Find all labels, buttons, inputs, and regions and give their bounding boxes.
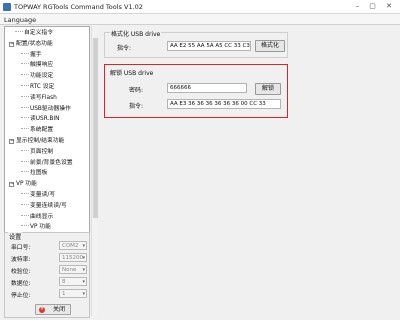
- tree-item[interactable]: − VP 功能: [9, 180, 37, 189]
- tree-item[interactable]: 功能设定: [21, 72, 53, 81]
- tree-item[interactable]: 触摸响应: [21, 61, 53, 70]
- tree-item[interactable]: RTC 设定: [21, 83, 54, 92]
- collapse-icon[interactable]: −: [9, 139, 14, 144]
- tree-connector: [21, 63, 29, 65]
- setting-label: 波特率:: [11, 257, 31, 263]
- tree-item-label: 自定义指令: [24, 30, 53, 36]
- tree-item-label: VP 功能: [16, 181, 37, 188]
- tree-item[interactable]: 系统配置: [21, 126, 53, 135]
- tree-item-label: 变量连续读/写: [30, 202, 67, 209]
- parity-select[interactable]: None: [59, 265, 87, 274]
- window-controls[interactable]: – ▢ ✕: [356, 2, 396, 10]
- tree-connector: [21, 149, 29, 151]
- tree-item-label: 系统配置: [30, 127, 54, 134]
- tree-item-label: 页面控制: [30, 148, 54, 155]
- tree-connector: [21, 193, 29, 194]
- close-button-label: 关闭: [52, 306, 65, 313]
- tree-connector: [21, 171, 29, 173]
- tree-connector: [21, 106, 29, 108]
- tree-item[interactable]: 读USR.BIN: [21, 115, 59, 124]
- tree-connector: [21, 203, 29, 205]
- tree-item-label: 功能设定: [30, 73, 54, 80]
- serial-settings-group: 设置 串口号: COM2 波特率: 115200 校验位: None 数据位: …: [4, 232, 90, 318]
- tree-item-label: VP 功能: [30, 224, 51, 231]
- tree-connector: [21, 95, 29, 97]
- tree-item[interactable]: − 配置/状态功能: [9, 40, 53, 49]
- tree-item-label: 拉图板: [30, 170, 48, 177]
- collapse-icon[interactable]: −: [9, 182, 14, 188]
- highlight-box: [104, 64, 288, 118]
- close-icon: ✕: [39, 307, 45, 313]
- setting-row-databits: 数据位: 8: [11, 277, 87, 287]
- tree-item-label: 变量读/写: [30, 192, 56, 198]
- tree-connector: [15, 31, 23, 32]
- setting-label: 数据位:: [11, 281, 31, 287]
- format-command-label: 指令:: [117, 45, 132, 52]
- collapse-icon[interactable]: −: [9, 41, 14, 47]
- tree-item[interactable]: 页面控制: [21, 148, 53, 157]
- port-select[interactable]: COM2: [59, 241, 87, 250]
- tree-item[interactable]: 曲线显示: [21, 213, 53, 222]
- tree-item-label: 读写Flash: [30, 94, 57, 101]
- function-tree: 自定义指令 − 配置/状态功能 握手 触摸响应 功能设定 RTC 设定 读写Flash USB驱…: [4, 26, 90, 233]
- format-button[interactable]: 格式化: [255, 40, 285, 52]
- format-section-title: 格式化 USB drive: [110, 29, 162, 38]
- setting-row-stopbits: 停止位: 1: [11, 289, 87, 299]
- tree-item[interactable]: 变量连续读/写: [21, 202, 67, 211]
- settings-title: 设置: [8, 232, 23, 241]
- format-usb-group: 格式化 USB drive 指令: AA E2 55 AA 5A A5 CC 3…: [104, 29, 288, 58]
- setting-row-port: 串口号: COM2: [11, 241, 87, 251]
- tree-item-label: 读USR.BIN: [30, 116, 60, 123]
- tree-item[interactable]: 前景/背景色设置: [21, 159, 73, 168]
- setting-row-parity: 校验位: None: [11, 265, 87, 275]
- tree-item[interactable]: − 显示控制/结束功能: [9, 137, 64, 146]
- setting-row-baud: 波特率: 115200: [11, 253, 87, 263]
- tree-connector: [21, 128, 29, 130]
- tree-item-label: 曲线显示: [30, 213, 54, 220]
- tree-item-label: USB驱动器操作: [30, 105, 71, 112]
- menu-language[interactable]: Language: [4, 16, 36, 24]
- window-title: TOPWAY RGTools Command Tools V1.02: [14, 3, 143, 11]
- setting-label: 串口号:: [11, 245, 31, 251]
- tree-item-label: 前景/背景色设置: [30, 159, 73, 166]
- tree-connector: [21, 160, 29, 162]
- close-port-button[interactable]: ✕ 关闭: [35, 304, 71, 315]
- databits-select[interactable]: 8: [59, 277, 87, 286]
- tree-item[interactable]: 自定义指令: [15, 29, 53, 38]
- tree-item-label: RTC 设定: [30, 84, 55, 90]
- scrollbar-thumb[interactable]: [93, 38, 98, 218]
- tree-item-label: 显示控制/结束功能: [16, 138, 65, 144]
- tree-item[interactable]: 变量读/写: [21, 191, 55, 200]
- tree-item[interactable]: USB驱动器操作: [21, 105, 71, 114]
- setting-label: 校验位:: [11, 269, 31, 275]
- tree-item-label: 触摸响应: [30, 62, 54, 69]
- app-icon: [3, 3, 11, 11]
- menu-bar: Language: [0, 14, 400, 25]
- stopbits-select[interactable]: 1: [59, 289, 87, 298]
- format-command-field[interactable]: AA E2 55 AA 5A A5 CC 33 C3 3C: [167, 41, 251, 51]
- tree-item-label: 握手: [30, 51, 42, 58]
- tree-item[interactable]: 握手: [21, 51, 42, 60]
- setting-label: 停止位:: [11, 293, 31, 299]
- baud-select[interactable]: 115200: [59, 253, 87, 262]
- tree-item[interactable]: 读写Flash: [21, 94, 57, 103]
- title-bar: TOPWAY RGTools Command Tools V1.02 – ▢ ✕: [0, 0, 400, 14]
- tree-connector: [21, 52, 29, 54]
- tree-scrollbar[interactable]: [91, 26, 98, 316]
- tree-connector: [21, 85, 29, 86]
- tree-connector: [21, 74, 29, 76]
- tree-connector: [21, 117, 29, 119]
- tree-connector: [21, 214, 29, 216]
- tree-item-label: 配置/状态功能: [16, 40, 53, 47]
- tree-item[interactable]: 拉图板: [21, 169, 47, 178]
- tree-connector: [21, 225, 29, 227]
